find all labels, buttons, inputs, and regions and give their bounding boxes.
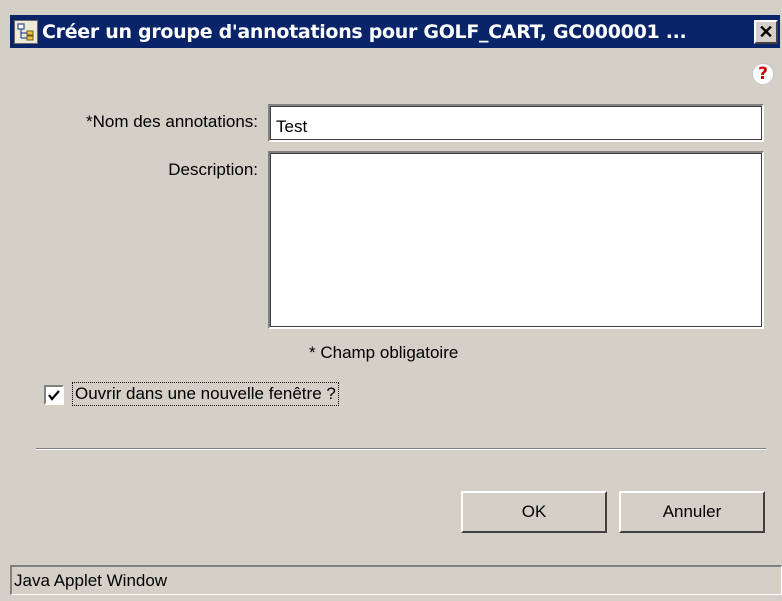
dialog-window: Créer un groupe d'annotations pour GOLF_… [0, 0, 782, 601]
annotation-name-input[interactable] [268, 104, 764, 142]
close-icon: ✕ [758, 21, 774, 42]
cancel-button-label: Annuler [662, 502, 722, 521]
annotation-name-label: *Nom des annotations: [86, 112, 258, 131]
ok-button-label: OK [521, 502, 547, 521]
close-button[interactable]: ✕ [754, 19, 778, 44]
annotation-group-icon [14, 19, 38, 44]
title-bar[interactable]: Créer un groupe d'annotations pour GOLF_… [10, 15, 780, 48]
open-new-window-label[interactable]: Ouvrir dans une nouvelle fenêtre ? [72, 382, 339, 406]
description-label: Description: [168, 160, 258, 179]
ok-button[interactable]: OK [461, 491, 607, 533]
help-symbol: ? [758, 64, 768, 84]
required-field-note: * Champ obligatoire [309, 343, 459, 362]
open-new-window-checkbox[interactable] [44, 385, 64, 405]
status-bar-text: Java Applet Window [14, 571, 168, 590]
window-title: Créer un groupe d'annotations pour GOLF_… [42, 20, 687, 43]
status-bar: Java Applet Window [10, 565, 782, 595]
checkmark-icon [48, 390, 60, 401]
separator-line [36, 448, 766, 450]
cancel-button[interactable]: Annuler [619, 491, 765, 533]
description-textarea[interactable] [268, 151, 764, 329]
help-icon[interactable]: ? [752, 63, 774, 85]
